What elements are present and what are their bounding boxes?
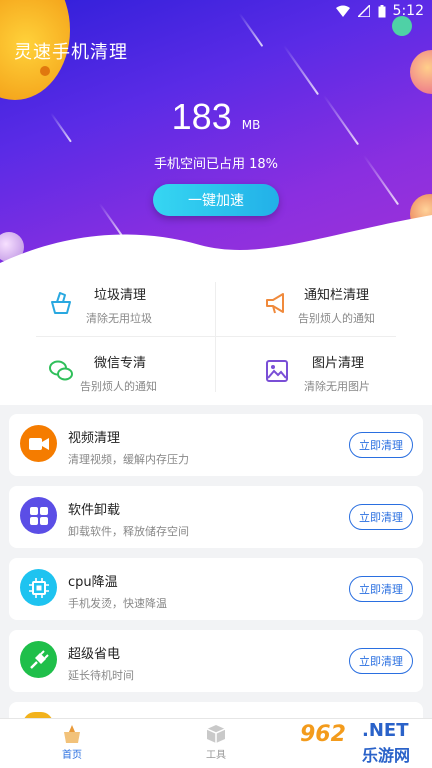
watermark-site-name: 乐游网 <box>362 746 411 765</box>
video-camera-icon <box>20 425 57 462</box>
tab-home[interactable]: 首页 <box>2 719 142 768</box>
quick-actions-panel: 垃圾清理 清除无用垃圾 通知栏清理 告别烦人的通知 微信专清 告别烦人的通知 图… <box>0 268 432 405</box>
feature-title: 视频清理 <box>68 431 121 446</box>
quick-action-wechat-clean[interactable]: 微信专清 告别烦人的通知 <box>0 336 216 402</box>
quick-action-subtitle: 告别烦人的通知 <box>298 312 375 325</box>
wifi-icon <box>336 5 350 17</box>
quick-action-subtitle: 清除无用垃圾 <box>86 312 152 325</box>
cpu-chip-icon <box>20 569 57 606</box>
tab-label: 首页 <box>62 750 82 761</box>
feature-card-video-clean: 视频清理 清理视频，缓解内存压力 立即清理 <box>9 414 423 476</box>
tab-tools[interactable]: 工具 <box>146 719 286 768</box>
storage-unit: MB <box>241 118 261 132</box>
wechat-icon <box>49 360 73 381</box>
no-signal-icon <box>358 5 370 17</box>
feature-card-cpu-cooling: cpu降温 手机发烫，快速降温 立即清理 <box>9 558 423 620</box>
feature-subtitle: 手机发烫，快速降温 <box>68 597 167 610</box>
clean-now-button[interactable]: 立即清理 <box>349 432 413 458</box>
basket-icon <box>51 292 71 314</box>
status-icons <box>336 5 386 18</box>
clean-now-button[interactable]: 立即清理 <box>349 504 413 530</box>
feature-title: 软件卸载 <box>68 503 121 518</box>
tab-label: 工具 <box>206 750 226 761</box>
quick-action-junk-clean[interactable]: 垃圾清理 清除无用垃圾 <box>0 268 216 334</box>
watermark-number: 962 <box>300 722 346 747</box>
plug-icon <box>20 641 57 678</box>
feature-card-power-saving: 超级省电 延长待机时间 立即清理 <box>9 630 423 692</box>
quick-action-title: 垃圾清理 <box>94 288 147 303</box>
planet-crater <box>40 66 50 76</box>
feature-subtitle: 清理视频，缓解内存压力 <box>68 453 189 466</box>
quick-action-title: 图片清理 <box>312 356 365 371</box>
app-title: 灵速手机清理 <box>14 42 128 63</box>
picture-icon <box>266 360 288 382</box>
quick-action-title: 微信专清 <box>94 356 147 371</box>
quick-action-picture-clean[interactable]: 图片清理 清除无用图片 <box>216 336 432 402</box>
apps-grid-icon <box>20 497 57 534</box>
one-key-boost-button[interactable]: 一键加速 <box>153 184 279 216</box>
clean-now-button[interactable]: 立即清理 <box>349 576 413 602</box>
status-bar: 5:12 <box>0 0 432 24</box>
feature-card-app-uninstall: 软件卸载 卸载软件，释放储存空间 立即清理 <box>9 486 423 548</box>
quick-action-notification-clean[interactable]: 通知栏清理 告别烦人的通知 <box>216 268 432 334</box>
quick-action-subtitle: 清除无用图片 <box>304 380 370 393</box>
clean-now-button[interactable]: 立即清理 <box>349 648 413 674</box>
feature-title: 超级省电 <box>68 647 121 662</box>
toolbox-icon <box>206 725 226 743</box>
watermark-net: .NET <box>362 720 409 741</box>
storage-usage-text: 手机空间已占用 18% <box>153 157 279 172</box>
battery-icon <box>378 5 386 18</box>
quick-action-subtitle: 告别烦人的通知 <box>80 380 157 393</box>
quick-action-title: 通知栏清理 <box>304 288 370 303</box>
storage-readout: 183 MB <box>0 96 432 138</box>
storage-value: 183 <box>171 96 232 137</box>
meteor-streak <box>282 44 320 96</box>
status-time: 5:12 <box>392 3 424 19</box>
home-clean-icon <box>64 725 80 743</box>
feature-subtitle: 延长待机时间 <box>68 669 134 682</box>
megaphone-icon <box>266 293 284 314</box>
feature-title: cpu降温 <box>68 575 118 590</box>
ringed-planet <box>410 50 432 94</box>
feature-subtitle: 卸载软件，释放储存空间 <box>68 525 189 538</box>
site-watermark: 962 .NET 乐游网 <box>292 718 432 768</box>
